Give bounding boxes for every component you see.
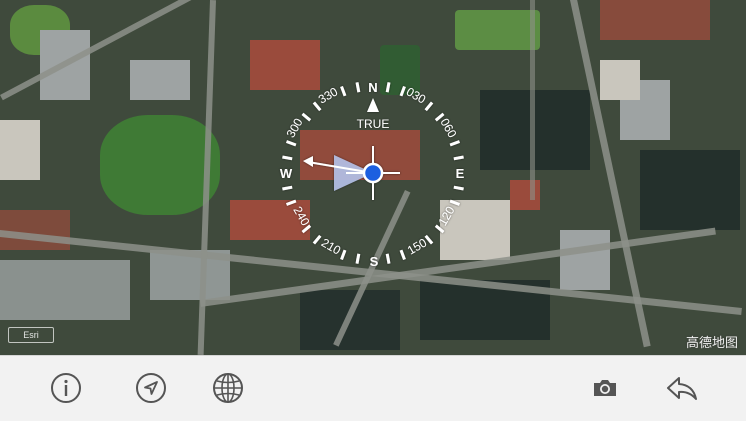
locate-me-button[interactable]	[133, 370, 169, 406]
building-block	[600, 0, 710, 40]
compass-tick	[301, 112, 312, 122]
cardinal-north: N	[368, 80, 377, 95]
cardinal-south: S	[370, 254, 379, 269]
degree-label: 330	[316, 84, 341, 106]
compass-tick	[453, 155, 464, 161]
compass-tick	[282, 185, 293, 191]
degree-label: 210	[319, 235, 344, 257]
info-button[interactable]	[48, 370, 84, 406]
info-icon	[51, 373, 81, 403]
building-block	[640, 150, 740, 230]
building-block	[560, 230, 610, 290]
compass-tick	[285, 140, 297, 147]
compass-tick	[355, 253, 361, 264]
compass-tick	[312, 234, 322, 245]
back-arrow-icon	[667, 377, 697, 400]
compass-tick	[385, 82, 391, 93]
degree-label: 120	[435, 204, 457, 229]
compass-tick	[282, 155, 293, 161]
compass-tick	[301, 224, 312, 234]
location-dot	[362, 162, 384, 184]
compass-tick	[312, 101, 322, 112]
compass-tick	[340, 85, 347, 97]
compass-tick	[385, 253, 391, 264]
building-block	[0, 120, 40, 180]
compass-tick	[355, 82, 361, 93]
compass-tick	[340, 249, 347, 261]
compass-tick	[449, 199, 461, 206]
bottom-toolbar	[0, 355, 746, 421]
compass-tick	[449, 140, 461, 147]
cardinal-east: E	[456, 166, 465, 181]
heading-arrowhead	[303, 156, 313, 167]
degree-label: 150	[405, 235, 430, 257]
map-type-button[interactable]	[210, 370, 246, 406]
park-area	[455, 10, 540, 50]
compass-tick	[399, 249, 406, 261]
building-block	[130, 60, 190, 100]
camera-button[interactable]	[587, 370, 623, 406]
north-marker	[367, 98, 379, 112]
road	[530, 0, 535, 200]
compass-tick	[424, 234, 434, 245]
map-provider-logo: Esri	[8, 327, 54, 343]
back-button[interactable]	[664, 370, 700, 406]
compass-tick	[434, 224, 445, 234]
compass-tick	[453, 185, 464, 191]
location-arrow-icon	[136, 373, 166, 403]
degree-label: 060	[437, 116, 459, 141]
cardinal-west: W	[280, 166, 293, 181]
camera-icon	[594, 380, 616, 396]
degree-label: 030	[404, 84, 429, 106]
building-block	[0, 210, 70, 250]
compass-mode-label: TRUE	[357, 117, 390, 131]
globe-icon	[213, 373, 243, 403]
building-block	[600, 60, 640, 100]
compass-tick	[285, 199, 297, 206]
building-block	[510, 180, 540, 210]
degree-label: 300	[283, 116, 305, 141]
compass-overlay: TRUE N E S W 030 060 120 150 210 240 300…	[280, 80, 465, 269]
compass-tick	[424, 101, 434, 112]
map-watermark: 高德地图	[685, 335, 738, 350]
building-block	[0, 260, 130, 320]
